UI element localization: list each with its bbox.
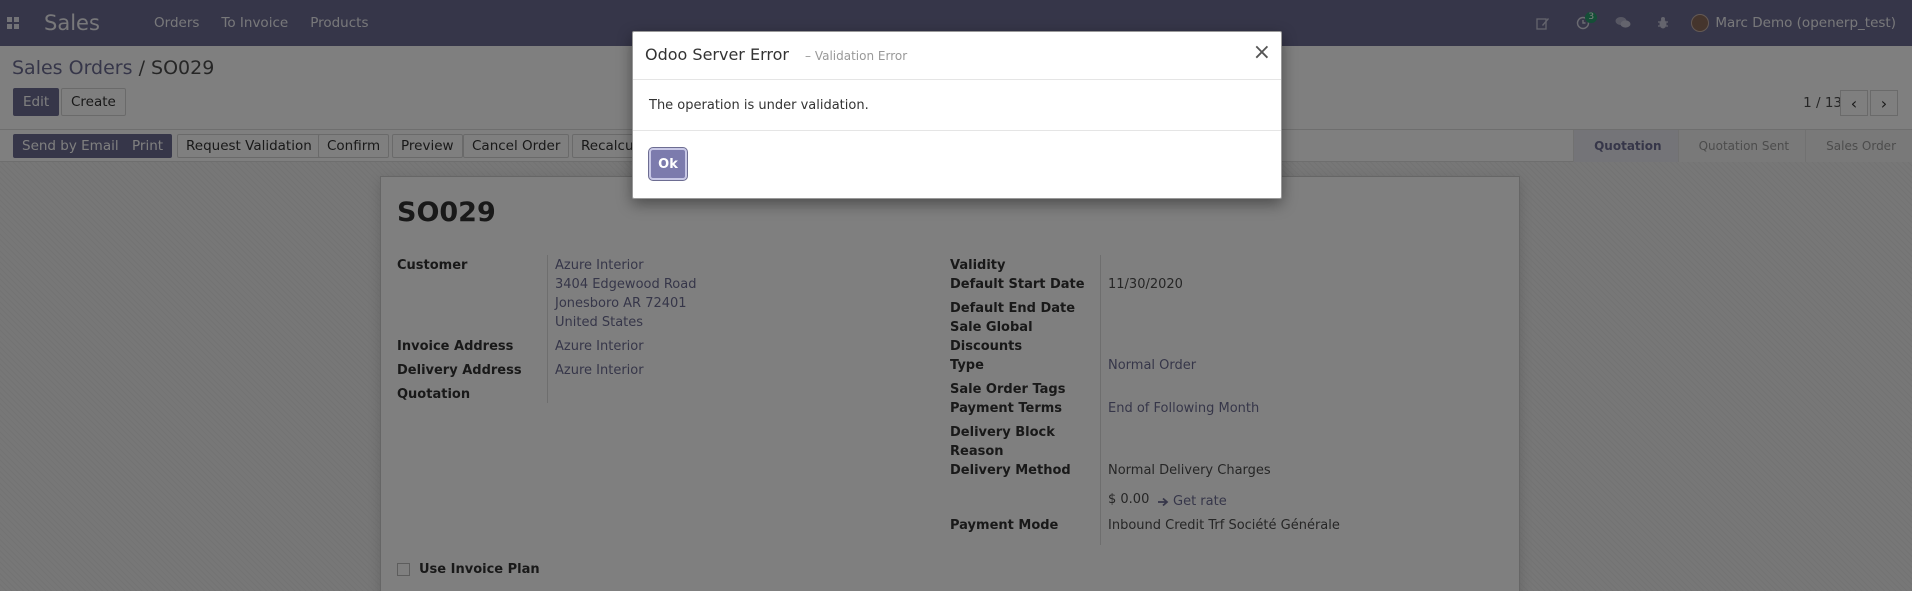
dialog-header: Odoo Server Error – Validation Error × bbox=[633, 32, 1281, 80]
dialog-title: Odoo Server Error bbox=[645, 45, 789, 64]
dialog-body: The operation is under validation. bbox=[633, 80, 1281, 131]
dialog-message: The operation is under validation. bbox=[649, 98, 869, 113]
error-dialog: Odoo Server Error – Validation Error × T… bbox=[632, 31, 1282, 199]
ok-button[interactable]: Ok bbox=[649, 148, 687, 180]
dialog-subtitle: – Validation Error bbox=[805, 49, 908, 63]
dialog-footer: Ok bbox=[633, 131, 1281, 197]
close-icon[interactable]: × bbox=[1253, 42, 1271, 64]
